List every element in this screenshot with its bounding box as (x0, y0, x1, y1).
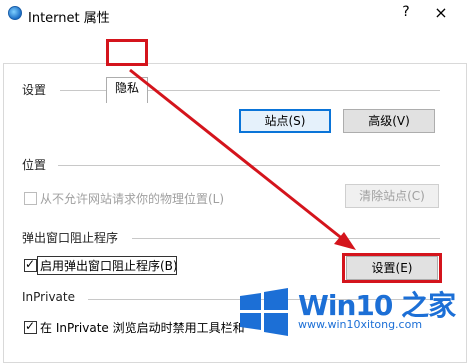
windows-logo-icon (240, 288, 288, 336)
watermark-url: www.win10xitong.com (298, 318, 423, 331)
